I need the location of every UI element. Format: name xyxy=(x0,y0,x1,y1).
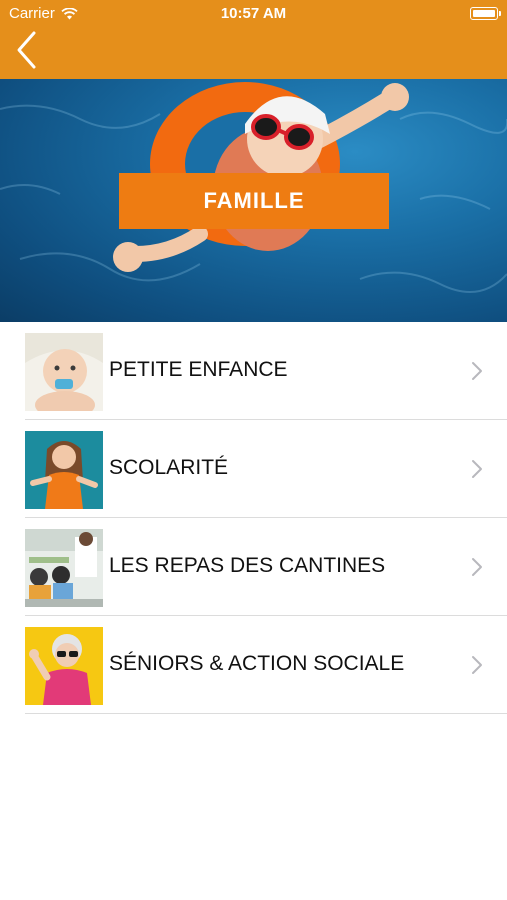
chevron-right-icon xyxy=(472,558,482,576)
list-item-label: PETITE ENFANCE xyxy=(109,358,288,381)
chevron-right-icon xyxy=(472,362,482,380)
category-list: PETITE ENFANCE SCOLARITÉ LES REPAS DES C… xyxy=(0,322,507,714)
chevron-right-icon xyxy=(472,656,482,674)
status-time: 10:57 AM xyxy=(220,5,287,22)
back-button[interactable] xyxy=(14,30,54,74)
thumbnail-senior xyxy=(25,627,103,705)
list-item-seniors-action-sociale[interactable]: SÉNIORS & ACTION SOCIALE xyxy=(0,616,507,714)
thumbnail-schoolgirl xyxy=(25,431,103,509)
list-item-petite-enfance[interactable]: PETITE ENFANCE xyxy=(0,322,507,420)
thumbnail-baby xyxy=(25,333,103,411)
thumbnail-canteen xyxy=(25,529,103,607)
chevron-right-icon xyxy=(472,460,482,478)
list-item-repas-cantines[interactable]: LES REPAS DES CANTINES xyxy=(0,518,507,616)
row-divider xyxy=(25,713,507,714)
list-item-label: SCOLARITÉ xyxy=(109,456,229,479)
banner-title: FAMILLE xyxy=(119,173,389,229)
battery-icon xyxy=(470,7,501,20)
list-item-label: SÉNIORS & ACTION SOCIALE xyxy=(109,652,405,675)
category-banner: FAMILLE xyxy=(0,79,507,322)
navigation-bar: Carrier 10:57 AM xyxy=(0,0,507,79)
status-bar: Carrier 10:57 AM xyxy=(0,0,507,28)
list-item-label: LES REPAS DES CANTINES xyxy=(109,554,386,577)
list-item-scolarite[interactable]: SCOLARITÉ xyxy=(0,420,507,518)
chevron-left-icon xyxy=(17,31,36,69)
